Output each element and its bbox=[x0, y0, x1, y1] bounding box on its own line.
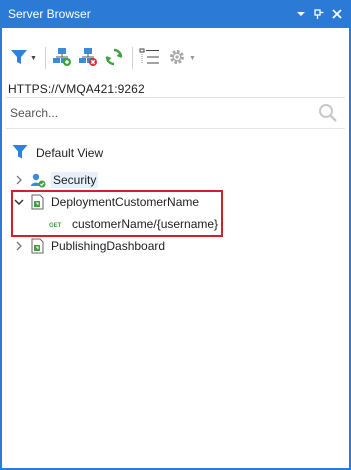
tree-node-label: Security bbox=[51, 172, 99, 188]
panel-toolbar: ▼ ▼ bbox=[2, 40, 349, 76]
filter-icon bbox=[12, 144, 28, 163]
view-filter[interactable]: Default View bbox=[12, 143, 103, 163]
search-box bbox=[6, 97, 345, 129]
dropdown-arrow-icon[interactable] bbox=[293, 6, 309, 22]
toolbar-separator bbox=[131, 47, 133, 69]
filter-dropdown-button[interactable]: ▼ bbox=[10, 46, 37, 70]
close-icon[interactable] bbox=[329, 6, 345, 22]
tree-node-label: DeploymentCustomerName bbox=[51, 195, 200, 209]
tree-node-security[interactable]: Security bbox=[12, 170, 99, 190]
titlebar-controls bbox=[293, 6, 349, 22]
remove-server-icon bbox=[78, 47, 98, 70]
chevron-right-icon[interactable] bbox=[12, 173, 26, 187]
tree-node-publishingdashboard[interactable]: PublishingDashboard bbox=[12, 236, 165, 256]
view-filter-label: Default View bbox=[36, 146, 104, 160]
panel-titlebar: Server Browser bbox=[2, 0, 349, 28]
tree-node-endpoint[interactable]: GET customerName/{username} bbox=[49, 214, 218, 234]
search-icon[interactable] bbox=[315, 100, 341, 126]
security-icon bbox=[30, 172, 46, 188]
add-server-button[interactable] bbox=[52, 46, 72, 70]
list-view-icon bbox=[139, 47, 161, 70]
add-server-icon bbox=[52, 47, 72, 70]
toolbar-separator bbox=[44, 47, 46, 69]
filter-icon bbox=[10, 48, 28, 69]
get-badge: GET bbox=[49, 223, 62, 229]
server-browser-panel: Server Browser ▼ ▼ HTTPS://VMQA421:9262 … bbox=[0, 0, 351, 470]
web-service-icon bbox=[30, 194, 46, 210]
chevron-right-icon[interactable] bbox=[12, 239, 26, 253]
tree-node-label: customerName/{username} bbox=[72, 217, 219, 231]
refresh-button[interactable] bbox=[104, 46, 124, 70]
list-view-button[interactable] bbox=[139, 46, 161, 70]
panel-title: Server Browser bbox=[8, 7, 91, 21]
search-input[interactable] bbox=[6, 99, 315, 127]
tree-node-deploymentcustomername[interactable]: DeploymentCustomerName bbox=[12, 192, 199, 212]
remove-server-button[interactable] bbox=[78, 46, 98, 70]
refresh-icon bbox=[104, 47, 124, 70]
web-service-icon bbox=[30, 238, 46, 254]
chevron-down-icon: ▼ bbox=[30, 54, 37, 62]
tree-node-label: PublishingDashboard bbox=[51, 239, 166, 253]
pin-icon[interactable] bbox=[311, 6, 327, 22]
settings-dropdown-button[interactable]: ▼ bbox=[167, 46, 196, 70]
server-url: HTTPS://VMQA421:9262 bbox=[8, 82, 145, 96]
chevron-down-icon[interactable] bbox=[12, 195, 26, 209]
settings-icon bbox=[167, 47, 187, 70]
get-method-icon: GET bbox=[49, 216, 67, 232]
chevron-down-icon: ▼ bbox=[188, 54, 196, 62]
